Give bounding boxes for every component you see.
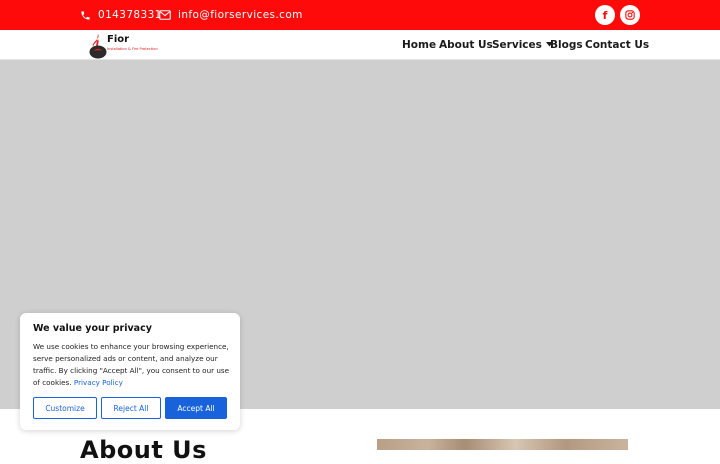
reject-all-button[interactable]: Reject All [101, 397, 161, 419]
cookie-message: We use cookies to enhance your browsing … [33, 341, 233, 389]
site-logo[interactable]: Fior Installation & Fire Protection [88, 33, 158, 59]
about-image [377, 439, 628, 450]
logo-name: Fior [107, 34, 130, 45]
cookie-title: We value your privacy [33, 323, 152, 334]
email-address[interactable]: info@fiorservices.com [178, 9, 303, 21]
cookie-text: We use cookies to enhance your browsing … [33, 342, 230, 387]
phone-icon [81, 10, 90, 20]
customize-button[interactable]: Customize [33, 397, 97, 419]
flame-logo-icon [89, 34, 107, 59]
main-header: Fior Installation & Fire Protection Home… [0, 30, 720, 60]
facebook-link[interactable]: f [595, 5, 615, 25]
top-contact-bar: 014378331 info@fiorservices.com f [0, 0, 720, 30]
about-heading: About Us [80, 436, 207, 464]
logo-tagline: Installation & Fire Protection [107, 47, 158, 51]
privacy-policy-link[interactable]: Privacy Policy [74, 378, 123, 387]
accept-all-button[interactable]: Accept All [165, 397, 227, 419]
nav-about-us[interactable]: About Us [439, 30, 493, 59]
nav-blogs[interactable]: Blogs [550, 30, 583, 59]
instagram-icon [625, 10, 635, 20]
nav-home[interactable]: Home [402, 30, 436, 59]
envelope-icon [159, 10, 171, 20]
nav-contact-us[interactable]: Contact Us [585, 30, 649, 59]
phone-contact[interactable]: 014378331 [80, 0, 162, 30]
nav-services[interactable]: Services [492, 30, 553, 59]
email-contact[interactable]: info@fiorservices.com [159, 0, 303, 30]
phone-number[interactable]: 014378331 [98, 9, 162, 21]
cookie-consent-banner: We value your privacy We use cookies to … [20, 313, 240, 430]
instagram-link[interactable] [620, 5, 640, 25]
facebook-icon: f [602, 8, 608, 22]
